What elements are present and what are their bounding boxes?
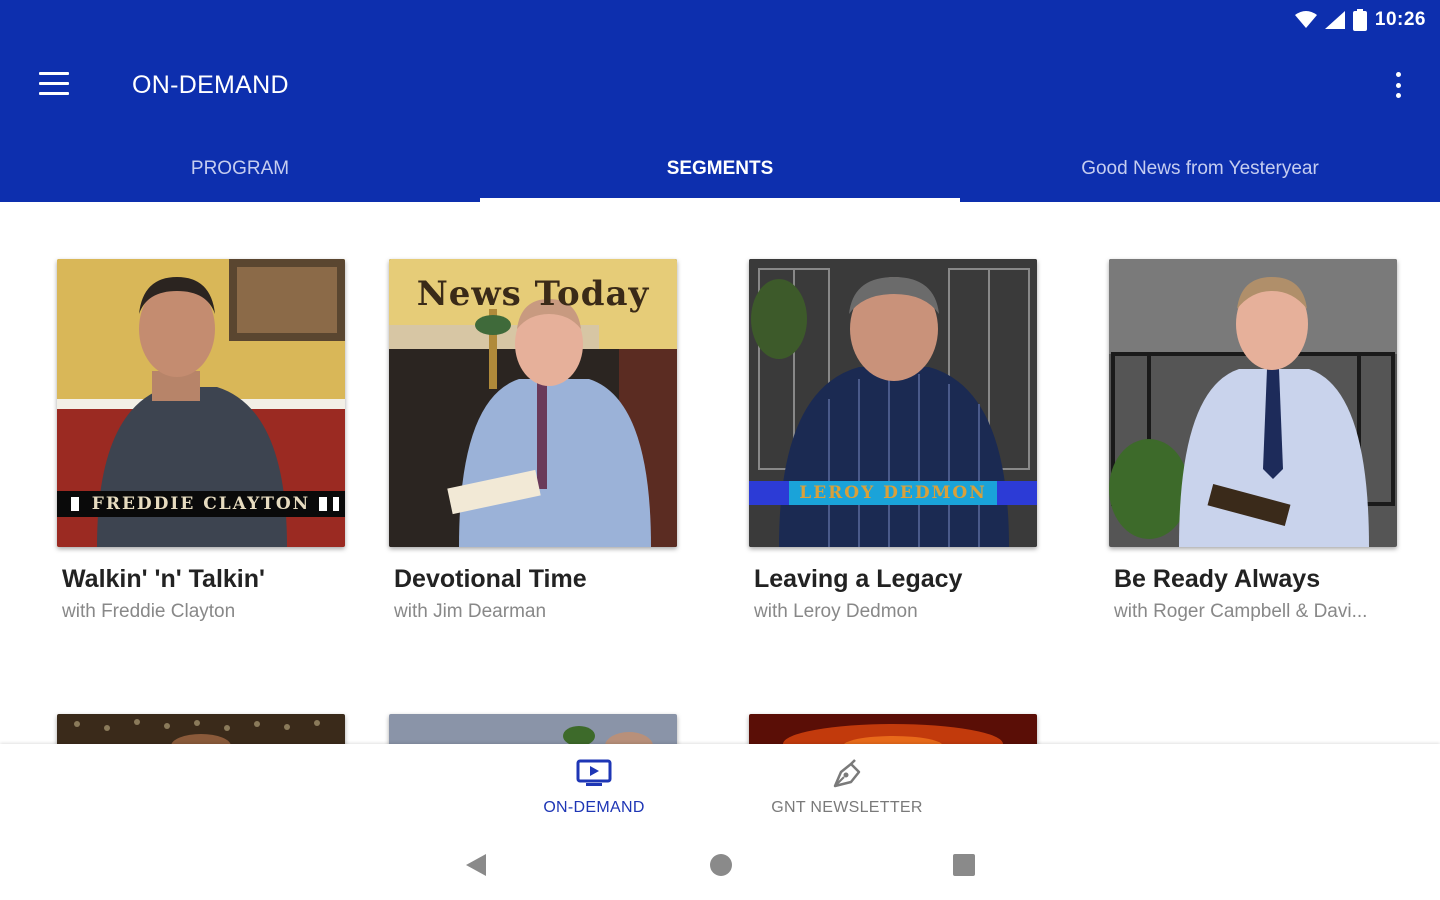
- pen-nib-icon: [833, 759, 861, 788]
- segment-card-partial[interactable]: [57, 714, 347, 744]
- segment-thumbnail: [389, 714, 677, 744]
- segment-host: with Roger Campbell & Davi...: [1114, 601, 1368, 622]
- segment-title: Walkin' 'n' Talkin': [62, 565, 265, 593]
- tab-good-news-from-yesteryear[interactable]: Good News from Yesteryear: [960, 138, 1440, 202]
- segment-thumbnail: LEROY DEDMON: [749, 259, 1037, 547]
- thumbnail-caption: News Today: [416, 274, 650, 314]
- segment-thumbnail: [1109, 259, 1397, 547]
- segment-card-leaving-a-legacy[interactable]: LEROY DEDMON Leaving a Legacy with Leroy…: [749, 259, 1039, 623]
- segment-thumbnail: News Today: [389, 259, 677, 547]
- segment-card-partial[interactable]: [749, 714, 1039, 744]
- status-time: 10:26: [1374, 9, 1426, 30]
- home-icon[interactable]: [708, 852, 734, 883]
- tab-program[interactable]: PROGRAM: [0, 138, 480, 202]
- segment-host: with Jim Dearman: [394, 601, 547, 622]
- toolbar: ON-DEMAND: [0, 56, 1440, 116]
- nav-item-gnt-newsletter[interactable]: GNT NEWSLETTER: [757, 758, 937, 817]
- nav-label: ON-DEMAND: [543, 799, 645, 816]
- segment-card-be-ready-always[interactable]: Be Ready Always with Roger Campbell & Da…: [1109, 259, 1399, 623]
- recents-icon[interactable]: [952, 852, 976, 883]
- bottom-navigation: ON-DEMAND GNT NEWSLETTER: [0, 744, 1440, 830]
- thumbnail-caption: LEROY DEDMON: [799, 483, 987, 503]
- segment-host: with Freddie Clayton: [62, 601, 236, 622]
- app-bar: 10:26 ON-DEMAND PROGRAM SEGMENTS Good Ne…: [0, 0, 1440, 202]
- segment-title: Be Ready Always: [1114, 565, 1321, 593]
- tab-segments[interactable]: SEGMENTS: [480, 138, 960, 202]
- tab-bar: PROGRAM SEGMENTS Good News from Yesterye…: [0, 138, 1440, 202]
- segment-thumbnail: FREDDIE CLAYTON: [57, 259, 345, 547]
- segment-thumbnail: [749, 714, 1037, 744]
- status-bar: 10:26: [1294, 6, 1426, 34]
- ondemand-tv-icon: [576, 759, 612, 786]
- page-title: ON-DEMAND: [132, 71, 289, 99]
- signal-icon: [1324, 11, 1345, 29]
- segment-card-walkin-n-talkin[interactable]: FREDDIE CLAYTON Walkin' 'n' Talkin' with…: [57, 259, 347, 623]
- back-icon[interactable]: [464, 852, 488, 883]
- more-vert-icon[interactable]: [1388, 70, 1408, 100]
- thumbnail-caption: FREDDIE CLAYTON: [91, 494, 311, 514]
- segments-grid: FREDDIE CLAYTON Walkin' 'n' Talkin' with…: [0, 202, 1440, 744]
- battery-icon: [1352, 9, 1367, 31]
- segment-host: with Leroy Dedmon: [754, 601, 918, 622]
- wifi-icon: [1294, 11, 1317, 28]
- nav-label: GNT NEWSLETTER: [771, 799, 923, 816]
- system-navigation-bar: [0, 830, 1440, 900]
- segment-card-partial[interactable]: [389, 714, 679, 744]
- segment-card-devotional-time[interactable]: News Today Devotional Time with Jim Dear…: [389, 259, 679, 623]
- segment-title: Devotional Time: [394, 565, 587, 593]
- segment-title: Leaving a Legacy: [754, 565, 963, 593]
- nav-item-on-demand[interactable]: ON-DEMAND: [504, 758, 684, 817]
- hamburger-menu-icon[interactable]: [38, 72, 70, 98]
- segment-thumbnail: [57, 714, 345, 744]
